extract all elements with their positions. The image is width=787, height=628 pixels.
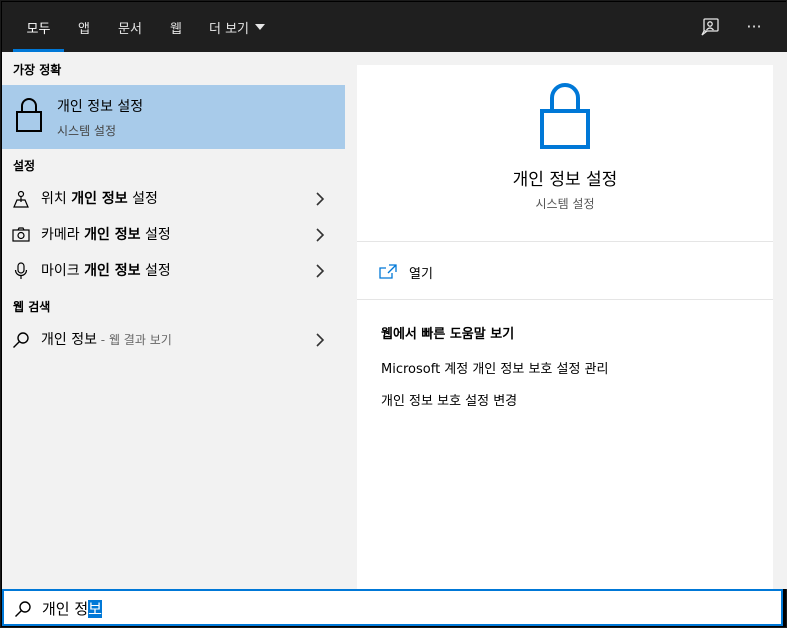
feedback-icon[interactable] [699, 15, 723, 39]
list-item[interactable]: 위치 개인 정보 설정 [2, 180, 345, 216]
search-box[interactable]: 개인 정보 [2, 589, 783, 626]
tab-all-label: 모두 [26, 21, 51, 37]
more-options-icon[interactable]: ··· [742, 15, 766, 39]
divider [357, 241, 773, 242]
search-icon [13, 332, 29, 348]
best-match-title: 개인 정보 설정 [57, 99, 144, 115]
list-item[interactable]: 마이크 개인 정보 설정 [2, 252, 345, 288]
tab-documents-label: 문서 [118, 21, 142, 37]
preview-panel: 개인 정보 설정 시스템 설정 열기 웹에서 빠른 도움말 보기 Microso… [357, 65, 773, 589]
settings-header: 설정 [13, 159, 36, 173]
list-item-label: 마이크 개인 정보 설정 [41, 263, 171, 279]
chevron-right-icon [316, 228, 325, 242]
chevron-right-icon [316, 264, 325, 278]
chevron-right-icon [316, 333, 325, 347]
chevron-right-icon [316, 192, 325, 206]
list-item-label: 위치 개인 정보 설정 [41, 191, 158, 207]
web-search-item[interactable]: 개인 정보 - 웹 결과 보기 [2, 321, 345, 357]
tab-web-label: 웹 [170, 21, 182, 37]
best-match-item[interactable]: 개인 정보 설정 시스템 설정 [2, 85, 345, 149]
lock-icon [540, 83, 590, 149]
list-item-label: 카메라 개인 정보 설정 [41, 227, 171, 243]
search-input[interactable]: 개인 정보 [42, 598, 102, 619]
tab-more[interactable]: 더 보기 [209, 2, 266, 52]
open-icon [379, 264, 397, 279]
divider [357, 299, 773, 300]
location-icon [13, 190, 29, 208]
web-search-header: 웹 검색 [13, 300, 51, 314]
tab-web[interactable]: 웹 [170, 2, 182, 52]
list-item-label: 개인 정보 - 웹 결과 보기 [41, 332, 172, 348]
search-selected-text: 보 [88, 600, 102, 618]
best-match-header: 가장 정확 [13, 63, 62, 77]
web-help-link[interactable]: 개인 정보 보호 설정 변경 [381, 390, 517, 409]
web-help-header: 웹에서 빠른 도움말 보기 [381, 327, 515, 342]
chevron-down-icon [255, 24, 266, 30]
open-button[interactable]: 열기 [379, 261, 433, 283]
tab-more-label: 더 보기 [209, 21, 250, 37]
search-window: 모두 앱 문서 웹 더 보기 ··· 가장 정확 개인 정보 설정 시스템 설정… [0, 0, 787, 628]
tab-all[interactable]: 모두 [13, 2, 64, 52]
open-label: 열기 [409, 266, 433, 282]
tab-apps[interactable]: 앱 [78, 2, 90, 52]
results-panel: 가장 정확 개인 정보 설정 시스템 설정 설정 위치 개인 정보 설정 카메라… [2, 52, 345, 589]
web-help-link[interactable]: Microsoft 계정 개인 정보 보호 설정 관리 [381, 358, 608, 377]
preview-subtitle: 시스템 설정 [535, 197, 595, 211]
camera-icon [12, 227, 30, 242]
tab-apps-label: 앱 [78, 21, 90, 37]
search-icon [15, 601, 31, 617]
best-match-subtitle: 시스템 설정 [57, 124, 117, 138]
preview-title: 개인 정보 설정 [512, 170, 618, 190]
lock-icon [16, 98, 42, 132]
list-item[interactable]: 카메라 개인 정보 설정 [2, 216, 345, 252]
tab-documents[interactable]: 문서 [118, 2, 142, 52]
top-bar: 모두 앱 문서 웹 더 보기 ··· [2, 2, 787, 52]
microphone-icon [14, 262, 28, 279]
